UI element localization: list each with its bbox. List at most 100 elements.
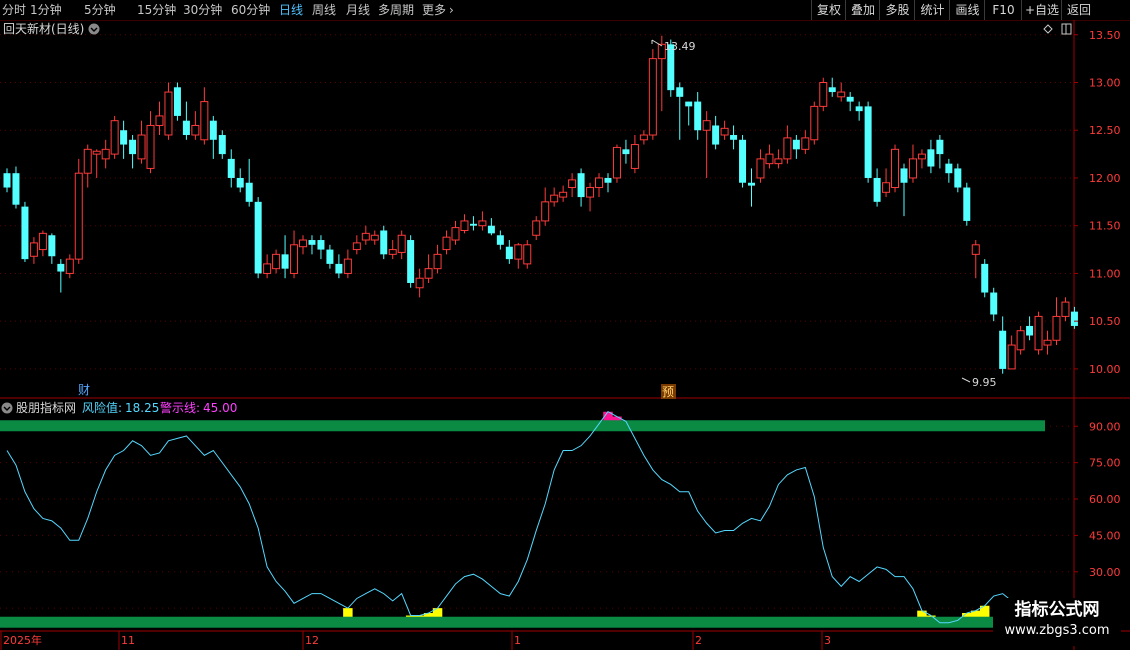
candle [407,235,415,288]
toolbar-button-7[interactable]: 返回 [1061,0,1096,20]
candle [12,166,20,209]
candle [837,82,846,102]
candle [1034,311,1043,355]
candle [370,230,379,245]
candle [514,242,523,269]
candle [595,173,604,198]
candle [1061,297,1070,322]
candle [245,158,253,207]
candle [676,82,684,140]
candle [469,216,477,231]
candle [739,135,747,188]
toolbar-button-2[interactable]: 多股 [879,0,915,20]
toolbar-button-4[interactable]: 画线 [949,0,985,20]
timeframe-tab-3[interactable]: 15分钟 [137,0,176,20]
timeframe-tab-4[interactable]: 30分钟 [183,0,222,20]
candle [1052,297,1061,346]
candle [487,218,495,236]
timeframe-tab-8[interactable]: 月线 [346,0,370,20]
candle [442,230,451,255]
forecast-marker[interactable]: 预 [661,384,676,399]
title-dropdown-icon[interactable] [88,23,100,35]
timeframe-tab-0[interactable]: 分时 [2,0,26,20]
candle [954,163,962,193]
stock-chart[interactable]: 13.50 13.00 12.50 12.00 11.50 11.00 10.50 10.00… [0,20,1130,650]
candle [209,115,217,159]
candle [433,244,442,274]
timeframe-tab-9[interactable]: 多周期 [378,0,414,20]
timeframe-tab-10[interactable]: 更多 [422,0,446,20]
price-tick-label: 12.50 [1089,124,1121,137]
toolbar-button-3[interactable]: 统计 [914,0,950,20]
more-chevron-icon[interactable]: › [449,0,454,20]
timeframe-tab-2[interactable]: 5分钟 [84,0,116,20]
timeframe-tab-1[interactable]: 1分钟 [30,0,62,20]
candle [83,144,92,188]
price-tick-label: 13.50 [1089,29,1121,42]
date-label: 12 [305,634,319,647]
candle [810,101,819,145]
candle [200,87,209,145]
candle [3,168,11,193]
timeframe-tab-7[interactable]: 周线 [312,0,336,20]
indicator-tick-label: 75.00 [1089,457,1121,470]
candle [92,149,101,178]
diamond-icon[interactable] [1043,24,1053,34]
candle [38,230,47,257]
candle [891,144,900,193]
candle [648,49,657,140]
candle [720,120,729,140]
candle [361,225,370,245]
watermark-line1: 指标公式网 [1014,600,1100,620]
date-label: 1 [514,634,521,647]
watermark-line2: www.zbgs3.com [1004,623,1110,638]
risk-value-line [6,411,1012,624]
candle [541,187,550,226]
toolbar-button-0[interactable]: 复权 [811,0,846,20]
timeframe-tab-5[interactable]: 60分钟 [231,0,270,20]
candle [146,111,155,174]
candle [712,115,720,150]
candle [29,237,38,264]
candle [101,139,110,169]
date-label: 3 [824,634,831,647]
candle [137,120,146,164]
toolbar-button-5[interactable]: F10 [984,0,1022,20]
candle [173,82,181,121]
candle [917,149,926,169]
high-arrow [651,39,663,47]
candle [550,187,559,207]
candle [317,235,325,260]
candle [460,214,469,234]
toolbar-button-1[interactable]: 叠加 [845,0,880,20]
candle [622,139,630,164]
candle [290,230,299,279]
svg-text:财: 财 [78,383,90,397]
warn-label: 警示线: [160,400,200,415]
candle [236,168,244,193]
candle [227,149,235,188]
candle [927,139,935,174]
timeframe-tab-6[interactable]: 日线 [279,0,303,20]
risk-indicator-series [0,411,1045,628]
price-tick-label: 10.50 [1089,315,1121,328]
site-watermark: 指标公式网 www.zbgs3.com [993,598,1121,646]
indicator-dropdown-icon[interactable] [1,402,13,414]
candle [478,211,487,231]
date-label: 11 [121,634,135,647]
candle [702,111,711,178]
risk-label: 风险值: [82,400,122,415]
candle [1007,335,1016,370]
candle [451,220,460,245]
candle [612,144,621,183]
price-tick-label: 10.00 [1089,363,1121,376]
candle [164,82,173,140]
candle [792,135,800,159]
candle [65,254,74,279]
candle [343,249,352,279]
candle [783,125,792,164]
finance-marker[interactable]: 财 [77,382,91,397]
date-label: 2 [695,634,702,647]
toolbar-button-6[interactable]: +自选 [1021,0,1062,20]
candle [191,111,200,140]
